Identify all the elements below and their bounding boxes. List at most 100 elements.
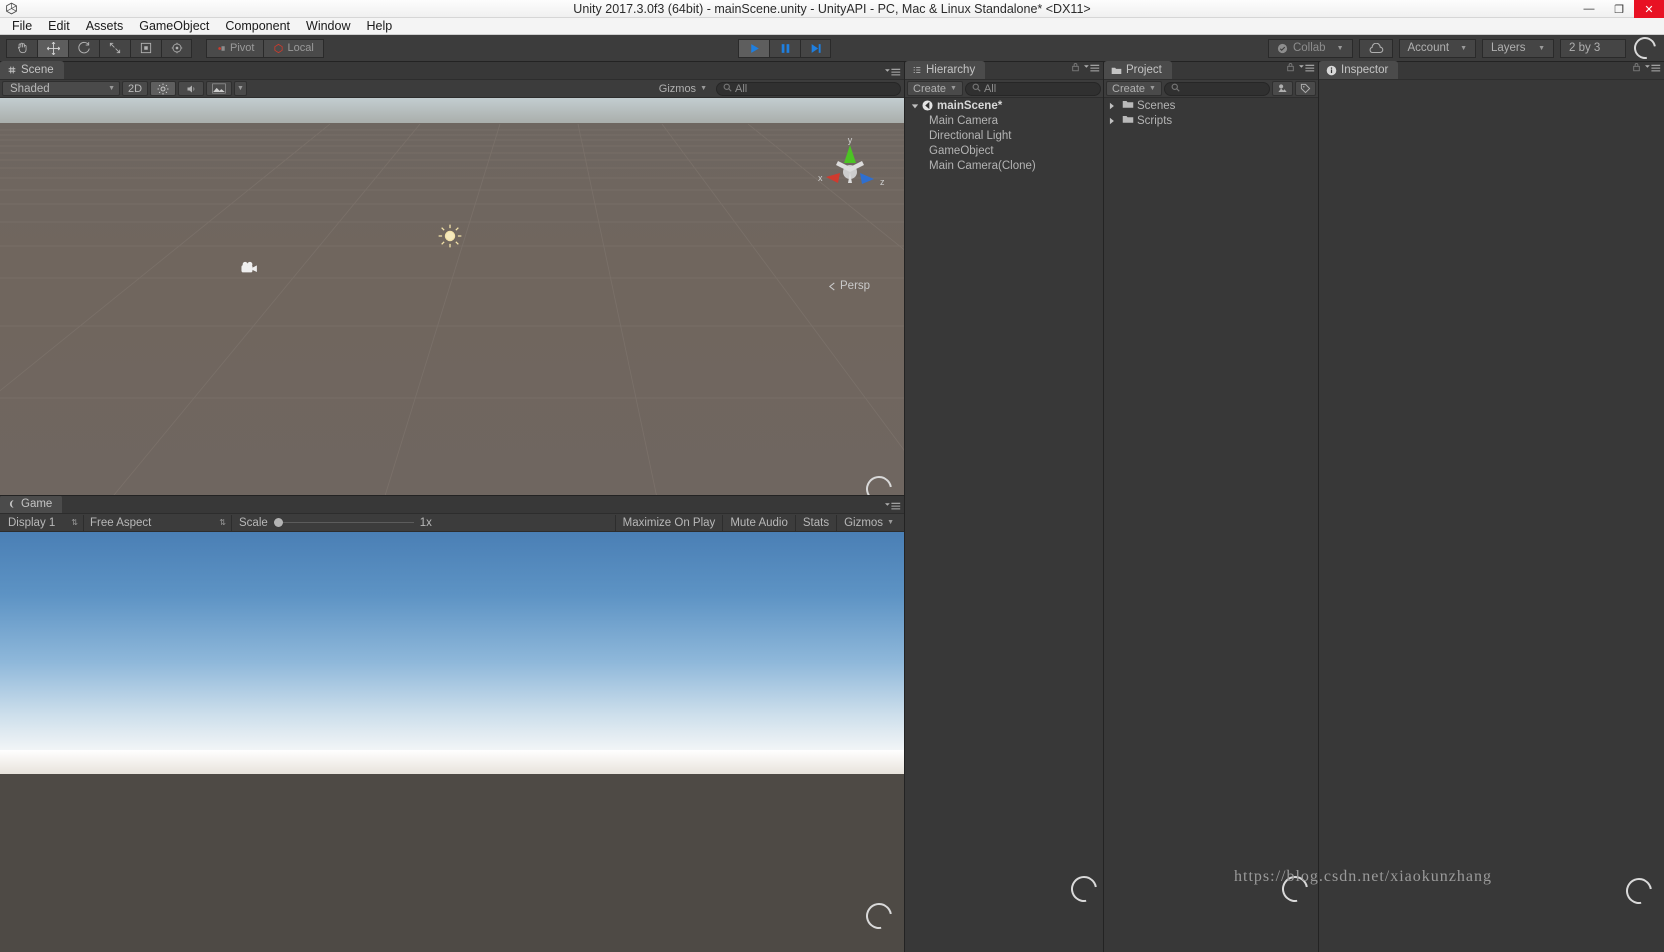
project-filter-label-button[interactable] <box>1295 81 1316 96</box>
maximize-button[interactable]: ❐ <box>1604 0 1634 18</box>
menu-file[interactable]: File <box>4 18 40 34</box>
scene-audio-toggle[interactable] <box>178 81 204 96</box>
move-tool-button[interactable] <box>37 38 68 58</box>
account-button[interactable]: Account ▼ <box>1398 38 1476 58</box>
tab-game[interactable]: Game <box>0 495 63 513</box>
game-viewport[interactable] <box>0 532 904 952</box>
svg-text:z: z <box>880 177 885 187</box>
divider-project-inspector[interactable] <box>1318 62 1319 952</box>
local-toggle[interactable]: Local <box>263 38 324 58</box>
main-camera-gizmo[interactable] <box>240 260 262 281</box>
tab-scene[interactable]: Scene <box>0 61 64 79</box>
menu-component[interactable]: Component <box>217 18 298 34</box>
pivot-toggle[interactable]: Pivot <box>206 38 264 58</box>
project-item-label: Scripts <box>1137 114 1173 127</box>
twisty-collapsed-icon[interactable] <box>1108 102 1119 110</box>
project-create-button[interactable]: Create ▼ <box>1106 81 1162 96</box>
menu-edit[interactable]: Edit <box>40 18 78 34</box>
menu-help[interactable]: Help <box>358 18 400 34</box>
scene-gizmos-dropdown[interactable]: Gizmos ▼ <box>654 81 712 96</box>
panel-menu-icon[interactable] <box>1645 64 1661 73</box>
layout-button[interactable]: 2 by 3 <box>1560 38 1626 58</box>
scene-shading-dropdown[interactable]: Shaded ▼ <box>2 81 120 96</box>
window-titlebar: Unity 2017.3.0f3 (64bit) - mainScene.uni… <box>0 0 1664 18</box>
project-item-scenes[interactable]: Scenes <box>1104 98 1318 113</box>
menu-window[interactable]: Window <box>298 18 358 34</box>
scene-lighting-toggle[interactable] <box>150 81 176 96</box>
stats-toggle[interactable]: Stats <box>794 514 836 531</box>
hierarchy-tree[interactable]: mainScene* Main Camera Directional Light… <box>905 98 1103 950</box>
tab-inspector[interactable]: Inspector <box>1319 61 1399 79</box>
scene-tab-menu[interactable] <box>885 68 901 77</box>
project-tree[interactable]: Scenes Scripts <box>1104 98 1318 950</box>
project-tab-controls <box>1286 59 1315 77</box>
menu-gameobject[interactable]: GameObject <box>131 18 217 34</box>
lock-icon[interactable] <box>1286 59 1295 77</box>
hierarchy-create-button[interactable]: Create ▼ <box>907 81 963 96</box>
rotate-tool-button[interactable] <box>68 38 99 58</box>
hierarchy-item-main-camera[interactable]: Main Camera <box>905 113 1103 128</box>
hierarchy-item-label: mainScene* <box>937 99 1003 112</box>
directional-light-gizmo[interactable] <box>437 223 463 254</box>
panel-menu-icon[interactable] <box>885 68 901 77</box>
scene-2d-toggle[interactable]: 2D <box>122 81 148 96</box>
divider-scene-hierarchy[interactable] <box>904 62 905 952</box>
scene-view-panel: Scene Shaded ▼ 2D ▼ Gizmos ▼ All y x z P… <box>0 61 904 512</box>
scene-projection-label[interactable]: Persp <box>828 280 870 292</box>
tab-hierarchy[interactable]: Hierarchy <box>905 61 986 79</box>
hierarchy-item-main-camera-clone[interactable]: Main Camera(Clone) <box>905 158 1103 173</box>
tab-hierarchy-label: Hierarchy <box>926 64 976 76</box>
inspector-body[interactable] <box>1319 80 1664 951</box>
game-tab-menu[interactable] <box>885 502 901 511</box>
twisty-collapsed-icon[interactable] <box>1108 117 1119 125</box>
game-icon <box>7 499 17 509</box>
hierarchy-tab-controls <box>1071 59 1100 77</box>
lock-icon[interactable] <box>1632 59 1641 77</box>
game-scale-slider[interactable] <box>273 517 414 529</box>
mute-audio-toggle[interactable]: Mute Audio <box>722 514 795 531</box>
rect-tool-button[interactable] <box>130 38 161 58</box>
tab-project[interactable]: Project <box>1104 61 1172 79</box>
play-button[interactable] <box>738 38 769 58</box>
project-filter-type-button[interactable] <box>1272 81 1293 96</box>
collab-button[interactable]: Collab ▼ <box>1267 38 1353 58</box>
layers-button[interactable]: Layers ▼ <box>1482 38 1554 58</box>
menu-assets[interactable]: Assets <box>78 18 132 34</box>
project-item-scripts[interactable]: Scripts <box>1104 113 1318 128</box>
pause-button[interactable] <box>769 38 800 58</box>
panel-menu-icon[interactable] <box>1084 64 1100 73</box>
hierarchy-search-input[interactable]: All <box>964 81 1101 96</box>
scene-viewport[interactable]: y x z Persp <box>0 98 904 512</box>
scale-tool-button[interactable] <box>99 38 130 58</box>
game-aspect-dropdown[interactable]: Free Aspect ⇅ <box>84 514 232 531</box>
transform-tool-button[interactable] <box>161 38 192 58</box>
scene-axis-gizmo[interactable]: y x z <box>808 131 888 211</box>
divider-hierarchy-project[interactable] <box>1103 62 1104 952</box>
panel-menu-icon[interactable] <box>1299 64 1315 73</box>
hand-tool-button[interactable] <box>6 38 37 58</box>
close-button[interactable]: ✕ <box>1634 0 1664 18</box>
project-create-label: Create <box>1112 82 1146 95</box>
hierarchy-scene-row[interactable]: mainScene* <box>905 98 1103 113</box>
chevron-down-icon: ▼ <box>1460 44 1467 52</box>
step-button[interactable] <box>800 38 831 58</box>
layers-label: Layers <box>1491 42 1526 54</box>
lock-icon[interactable] <box>1071 59 1080 77</box>
hierarchy-item-directional-light[interactable]: Directional Light <box>905 128 1103 143</box>
slider-knob[interactable] <box>273 518 283 527</box>
project-search-input[interactable] <box>1163 81 1270 96</box>
scene-effects-dropdown[interactable]: ▼ <box>234 81 247 96</box>
twisty-expanded-icon[interactable] <box>909 102 921 110</box>
hierarchy-item-gameobject[interactable]: GameObject <box>905 143 1103 158</box>
cloud-build-button[interactable] <box>1358 38 1393 58</box>
game-scale-control[interactable]: Scale 1x <box>232 517 439 529</box>
panel-menu-icon[interactable] <box>885 502 901 511</box>
minimize-button[interactable]: — <box>1574 0 1604 18</box>
divider-scene-game[interactable] <box>0 495 904 496</box>
scene-search-input[interactable]: All <box>716 81 901 96</box>
chevron-down-icon: ▼ <box>237 85 244 92</box>
scene-effects-toggle[interactable] <box>206 81 232 96</box>
maximize-on-play-toggle[interactable]: Maximize On Play <box>614 514 723 531</box>
game-display-dropdown[interactable]: Display 1 ⇅ <box>2 514 84 531</box>
game-gizmos-dropdown[interactable]: Gizmos ▼ <box>836 514 901 531</box>
